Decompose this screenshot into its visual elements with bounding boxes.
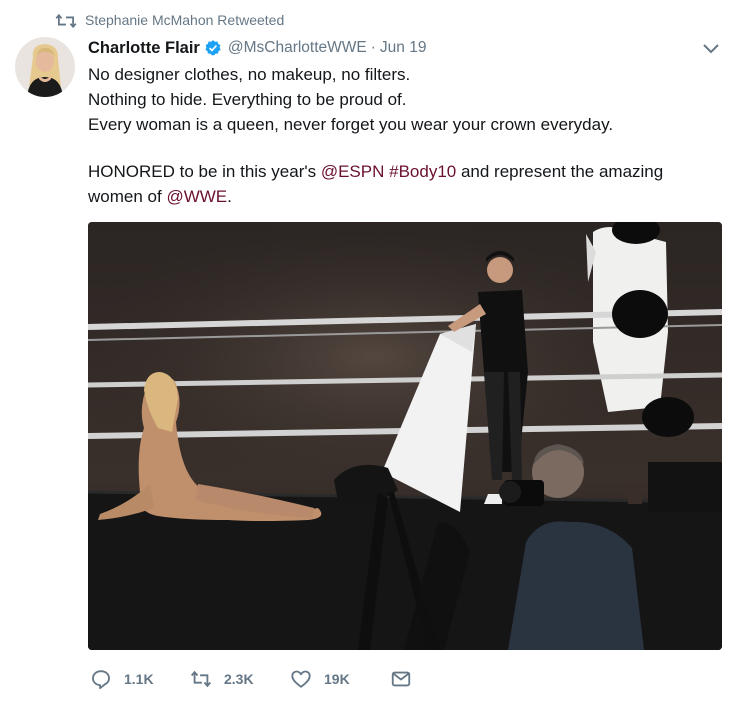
handle[interactable]: @MsCharlotteWWE — [228, 39, 367, 57]
reply-icon — [92, 670, 110, 690]
retweet-icon — [55, 13, 77, 29]
mention-wwe[interactable]: @WWE — [166, 187, 227, 206]
tweet-header: Charlotte Flair @MsCharlotteWWE · Jun 19 — [88, 36, 426, 60]
reply-button[interactable]: 1.1K — [90, 666, 154, 692]
tweet-line-1: No designer clothes, no makeup, no filte… — [88, 65, 411, 84]
tweet-line-3: Every woman is a queen, never forget you… — [88, 115, 614, 134]
like-count: 19K — [324, 671, 350, 687]
tweet-actions: 1.1K 2.3K 19K — [88, 666, 488, 692]
chevron-down-icon[interactable] — [700, 40, 722, 58]
display-name[interactable]: Charlotte Flair — [88, 39, 200, 58]
tweet-line-4-post: and represent the amazing — [456, 162, 664, 181]
reply-count: 1.1K — [124, 671, 154, 687]
mention-espn[interactable]: @ESPN — [321, 162, 385, 181]
tweet-media-photo[interactable] — [88, 222, 722, 650]
photo-illustration — [88, 222, 722, 650]
tweet-line-5-post: . — [227, 187, 232, 206]
envelope-icon — [391, 671, 411, 687]
tweet-line-4: HONORED to be in this year's @ESPN #Body… — [88, 159, 708, 184]
direct-message-button[interactable] — [390, 666, 412, 692]
tweet-line-4-pre: HONORED to be in this year's — [88, 162, 321, 181]
tweet-line-5: women of @WWE. — [88, 184, 708, 209]
retweet-context-label: Stephanie McMahon Retweeted — [85, 12, 285, 28]
heart-icon — [291, 670, 311, 688]
verified-badge-icon — [205, 40, 221, 56]
retweet-count: 2.3K — [224, 671, 254, 687]
tweet-text: No designer clothes, no makeup, no filte… — [88, 62, 708, 209]
avatar-image — [15, 37, 75, 97]
tweet-line-5-pre: women of — [88, 187, 167, 206]
like-button[interactable]: 19K — [290, 666, 350, 692]
retweet-button[interactable]: 2.3K — [190, 666, 254, 692]
tweet-date[interactable]: Jun 19 — [380, 39, 427, 57]
retweet-icon — [190, 670, 212, 688]
tweet-line-2: Nothing to hide. Everything to be proud … — [88, 90, 407, 109]
avatar[interactable] — [15, 37, 75, 97]
hashtag-body10[interactable]: #Body10 — [389, 162, 456, 181]
tweet-paragraph-break — [88, 137, 708, 159]
separator: · — [370, 39, 376, 56]
